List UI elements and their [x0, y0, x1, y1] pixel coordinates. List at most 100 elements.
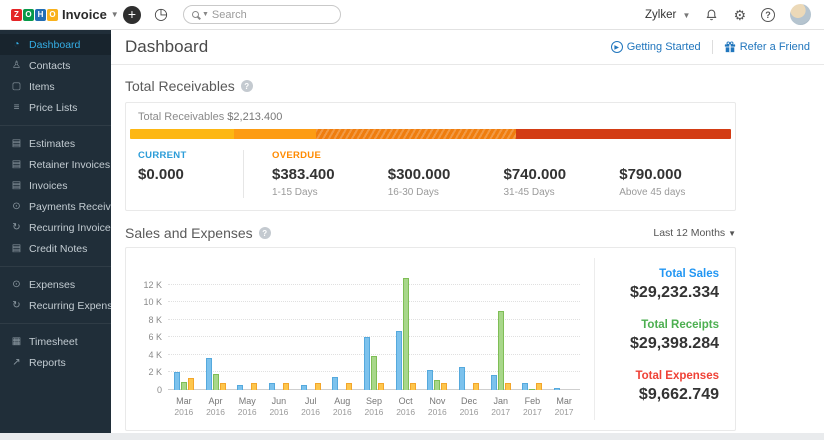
sidebar-item-expenses[interactable]: ⊙ Expenses [0, 274, 111, 295]
overdue-bucket: $790.000 Above 45 days [619, 161, 735, 198]
x-axis-tick-label: Mar 2017 [548, 396, 580, 418]
sales-bar [237, 384, 244, 390]
sidebar-item-recurring-expenses[interactable]: ↻ Recurring Expenses [0, 295, 123, 316]
notifications-bell-icon[interactable] [705, 8, 718, 22]
sidebar-item-estimates[interactable]: ▤ Estimates [0, 133, 111, 154]
receipts-bar [529, 389, 536, 390]
app-logo[interactable]: ZOHO Invoice ▼ [0, 7, 119, 22]
x-year-label: 2016 [174, 407, 194, 418]
x-axis-tick-label: Nov 2016 [422, 396, 454, 418]
org-switcher[interactable]: Zylker ▼ [645, 9, 690, 21]
y-axis-tick-label: 4 K [148, 349, 162, 360]
estimates-icon: ▤ [11, 138, 22, 149]
search-input[interactable] [211, 8, 332, 21]
refer-a-friend-link[interactable]: Refer a Friend [724, 41, 810, 53]
sidebar-item-items[interactable]: ▢ Items [0, 76, 111, 97]
expenses-bar [409, 383, 416, 390]
sidebar-item-credit-notes[interactable]: ▤ Credit Notes [0, 238, 111, 259]
user-avatar[interactable] [790, 4, 811, 25]
totals-panel: Total Sales $29,232.334 Total Receipts $29,… [595, 248, 735, 430]
y-axis-tick-label: 12 K [143, 279, 162, 290]
total-value: $29,398.284 [630, 335, 719, 352]
sidebar-item-label: Dashboard [29, 38, 81, 51]
quick-create-button[interactable]: + [123, 5, 141, 24]
overdue-bucket: $300.000 16-30 Days [388, 161, 504, 198]
sales-expenses-title: Sales and Expenses [125, 225, 253, 241]
sidebar-item-recurring-invoices[interactable]: ↻ Recurring Invoices [0, 217, 116, 238]
x-month-label: Feb [524, 396, 541, 406]
gift-icon [724, 41, 735, 53]
sales-expenses-section-title: Sales and Expenses ? [125, 225, 271, 241]
total-value: $9,662.749 [638, 386, 719, 403]
expenses-bar [441, 383, 448, 390]
x-month-label: Aug [334, 396, 351, 406]
total-label: Total Sales [659, 268, 719, 280]
x-axis-tick-label: Aug 2016 [326, 396, 358, 418]
search-scope-caret-icon[interactable]: ▼ [202, 11, 209, 18]
overdue-period: Above 45 days [619, 187, 686, 198]
total-receivables-summary: Total Receivables $2,213.400 [126, 103, 735, 129]
current-receivables: CURRENT $0.000 [126, 150, 244, 198]
settings-gear-icon[interactable]: ⚙ [733, 8, 746, 22]
help-tooltip-icon[interactable]: ? [258, 227, 271, 239]
receipts-bar [497, 311, 504, 390]
date-range-dropdown[interactable]: Last 12 Months ▼ [653, 227, 736, 239]
total-block-total-sales: Total Sales $29,232.334 [611, 268, 719, 302]
payments-received-icon: ⊙ [12, 201, 21, 212]
zoho-logo-tiles: ZOHO [11, 8, 58, 21]
play-circle-icon: ▶ [610, 41, 623, 53]
x-axis-tick-label: Sep 2016 [358, 396, 390, 418]
bar-group-jan-2017 [485, 276, 517, 390]
sidebar-nav: ◔ Dashboard ♙ Contacts ▢ Items ≡ Price Lists ▤ Es… [0, 30, 124, 433]
sidebar-item-label: Timesheet [29, 335, 78, 348]
help-tooltip-icon[interactable]: ? [240, 80, 253, 92]
timesheet-icon: ▦ [11, 336, 22, 347]
sidebar-item-dashboard[interactable]: ◔ Dashboard [0, 34, 111, 55]
sidebar-item-reports[interactable]: ↗ Reports [0, 352, 111, 373]
org-name: Zylker [645, 8, 677, 21]
expenses-bar [251, 383, 258, 390]
bar-group-oct-2016 [390, 276, 422, 390]
expenses-icon: ⊙ [12, 279, 21, 290]
aging-bar-segment-overdue-1-15-days [130, 129, 234, 139]
sidebar-item-payments-received[interactable]: ⊙ Payments Received [0, 196, 122, 217]
overdue-period: 1-15 Days [272, 187, 318, 198]
x-year-label: 2016 [364, 407, 384, 418]
bar-group-may-2016 [231, 276, 263, 390]
sales-bar [268, 383, 275, 390]
recent-activity-icon[interactable]: ◷ [154, 6, 168, 24]
sales-bar [332, 376, 339, 390]
page-title: Dashboard [125, 37, 209, 56]
top-bar: ZOHO Invoice ▼ + ◷ ▼ Zylker ▼ ⚙ ? [0, 0, 824, 30]
chevron-down-icon: ▼ [682, 10, 691, 20]
bar-chart: 02 K4 K6 K8 K 10 K 12 K Mar 2016 Apr 2016 May 2… [126, 248, 594, 430]
sidebar-group: ▤ Estimates ▤ Retainer Invoices ▤ Invoices ⊙ Pa… [0, 125, 122, 259]
x-month-label: Dec [461, 396, 478, 406]
sidebar-item-contacts[interactable]: ♙ Contacts [0, 55, 111, 76]
zoho-logo-tile: O [23, 8, 34, 21]
sidebar-item-label: Reports [29, 356, 66, 369]
sidebar-group: ⊙ Expenses ↻ Recurring Expenses [0, 266, 124, 316]
chart-bars [168, 276, 580, 390]
sales-bar [427, 369, 434, 390]
y-axis-tick-label: 0 [156, 385, 162, 395]
recurring-invoices-icon: ↻ [12, 222, 21, 233]
receivables-aging-bar [130, 129, 731, 139]
help-icon[interactable]: ? [761, 7, 775, 22]
expenses-bar [282, 383, 289, 390]
sidebar-item-timesheet[interactable]: ▦ Timesheet [0, 331, 111, 352]
global-search[interactable]: ▼ [182, 5, 341, 24]
x-year-label: 2016 [237, 407, 257, 418]
x-axis-tick-label: Jun 2016 [263, 396, 295, 418]
sidebar-item-invoices[interactable]: ▤ Invoices [0, 175, 111, 196]
expenses-bar [219, 383, 226, 390]
sidebar-item-label: Price Lists [29, 101, 78, 114]
getting-started-link[interactable]: ▶ Getting Started [610, 41, 701, 53]
sidebar-item-price-lists[interactable]: ≡ Price Lists [0, 97, 111, 118]
expenses-bar [187, 377, 194, 390]
aging-bar-segment-overdue-16-30-days [233, 129, 316, 139]
overdue-amount: $790.000 [619, 166, 682, 183]
sidebar-item-retainer-invoices[interactable]: ▤ Retainer Invoices [0, 154, 111, 175]
sidebar-item-label: Invoices [29, 179, 68, 192]
x-axis-tick-label: Feb 2017 [517, 396, 549, 418]
